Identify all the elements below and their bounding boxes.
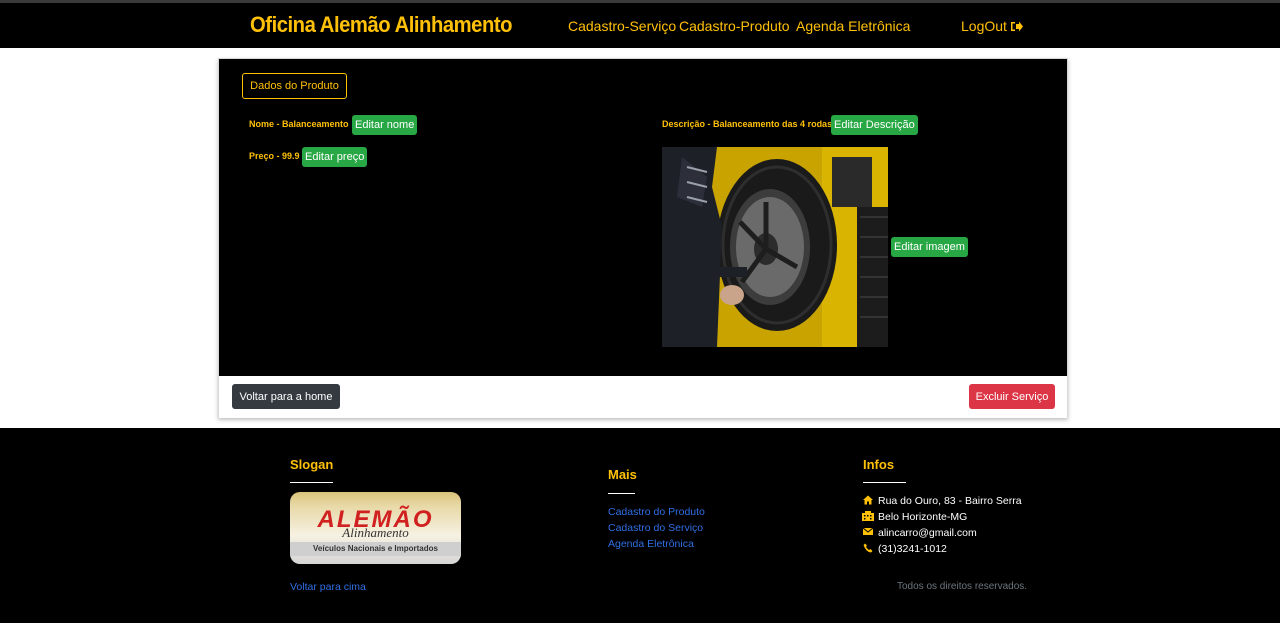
footer-link-cadastro-servico[interactable]: Cadastro do Serviço [608, 522, 703, 534]
nome-label: Nome - Balanceamento [249, 119, 349, 129]
edit-descricao-button[interactable]: Editar Descrição [831, 115, 918, 135]
back-home-button[interactable]: Voltar para a home [232, 384, 340, 409]
phone-icon [862, 543, 874, 556]
slogan-divider [290, 482, 333, 483]
edit-preco-button[interactable]: Editar preço [302, 147, 368, 167]
card-footer: Voltar para a home Excluir Serviço [219, 376, 1067, 418]
sign-out-icon [1010, 18, 1023, 34]
company-logo: ALEMÃO Alinhamento Veículos Nacionais e … [290, 492, 461, 564]
building-icon [862, 511, 874, 524]
brand-title[interactable]: Oficina Alemão Alinhamento [250, 12, 513, 38]
tab-dados-produto[interactable]: Dados do Produto [242, 73, 347, 99]
logo-tagline: Veículos Nacionais e Importados [290, 542, 461, 556]
info-phone: (31)3241-1012 [878, 543, 947, 555]
nav-cadastro-produto[interactable]: Cadastro-Produto [679, 18, 790, 34]
descricao-label: Descrição - Balanceamento das 4 rodas [662, 119, 833, 129]
footer-link-cadastro-produto[interactable]: Cadastro do Produto [608, 506, 705, 518]
preco-label: Preço - 99.9 [249, 151, 300, 161]
nav-cadastro-servico[interactable]: Cadastro-Serviço [568, 18, 676, 34]
logout-link[interactable]: LogOut [961, 18, 1023, 34]
logo-subtitle: Alinhamento [342, 525, 409, 540]
envelope-icon [862, 527, 874, 539]
navbar: Oficina Alemão Alinhamento Cadastro-Serv… [0, 0, 1280, 48]
mais-heading: Mais [608, 467, 637, 482]
infos-heading: Infos [863, 457, 895, 472]
infos-divider [863, 482, 906, 483]
edit-imagem-button[interactable]: Editar imagem [891, 237, 968, 257]
footer-link-agenda[interactable]: Agenda Eletrônica [608, 538, 694, 550]
info-email: alincarro@gmail.com [878, 527, 977, 539]
info-city: Belo Horizonte-MG [878, 511, 968, 523]
card-body: Dados do Produto Nome - Balanceamento Ed… [219, 59, 1067, 376]
logout-label: LogOut [961, 18, 1007, 34]
mais-divider [608, 493, 635, 494]
product-image [662, 147, 888, 347]
site-footer: Slogan ALEMÃO Alinhamento Veículos Nacio… [0, 428, 1280, 623]
edit-nome-button[interactable]: Editar nome [352, 115, 418, 135]
delete-service-button[interactable]: Excluir Serviço [969, 384, 1055, 409]
info-address: Rua do Ouro, 83 - Bairro Serra [878, 495, 1022, 507]
product-card: Dados do Produto Nome - Balanceamento Ed… [218, 58, 1068, 418]
home-icon [862, 495, 874, 508]
copyright-text: Todos os direitos reservados. [897, 581, 1028, 592]
back-to-top-link[interactable]: Voltar para cima [290, 581, 366, 593]
slogan-heading: Slogan [290, 457, 334, 472]
nav-agenda-eletronica[interactable]: Agenda Eletrônica [796, 18, 910, 34]
